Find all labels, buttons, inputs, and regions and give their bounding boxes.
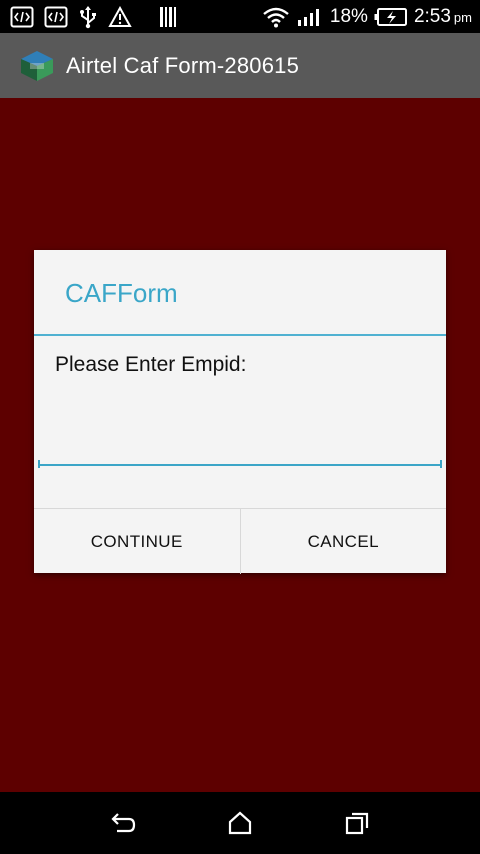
barcode-icon [158, 6, 180, 28]
dialog-button-row: CONTINUE CANCEL [34, 508, 446, 574]
clock-ampm: pm [453, 9, 472, 25]
status-left-icons [10, 5, 142, 29]
continue-button[interactable]: CONTINUE [34, 509, 240, 574]
usb-icon [78, 5, 98, 29]
status-right-icons: 18% 2:53 pm [256, 6, 472, 28]
dialog-message: Please Enter Empid: [55, 353, 247, 376]
cancel-button[interactable]: CANCEL [241, 509, 447, 574]
back-icon[interactable] [99, 803, 147, 843]
clock-time: 2:53 [413, 5, 451, 27]
warning-icon [108, 5, 132, 28]
status-clock: 2:53 pm [414, 6, 472, 28]
home-icon[interactable] [216, 803, 264, 843]
status-bar: 18% 2:53 pm [0, 0, 480, 33]
battery-percent: 18% [329, 5, 368, 27]
input-underline-tick [38, 460, 40, 468]
signal-icon [296, 6, 324, 28]
app-title: Airtel Caf Form-280615 [66, 52, 300, 78]
empid-input[interactable] [38, 400, 442, 466]
input-underline-tick [440, 460, 442, 468]
dialog-title: CAFForm [65, 278, 178, 308]
battery-charging-icon [374, 7, 408, 27]
navigation-bar [0, 792, 480, 854]
empid-dialog: CAFForm Please Enter Empid: CONTINUE CAN… [34, 250, 446, 574]
code-icon [10, 6, 34, 28]
code-icon [44, 6, 68, 28]
action-bar: Airtel Caf Form-280615 [0, 33, 480, 98]
app-logo-icon[interactable] [18, 49, 56, 83]
recents-icon[interactable] [333, 803, 381, 843]
wifi-icon [262, 6, 290, 28]
dialog-title-divider [34, 334, 446, 336]
